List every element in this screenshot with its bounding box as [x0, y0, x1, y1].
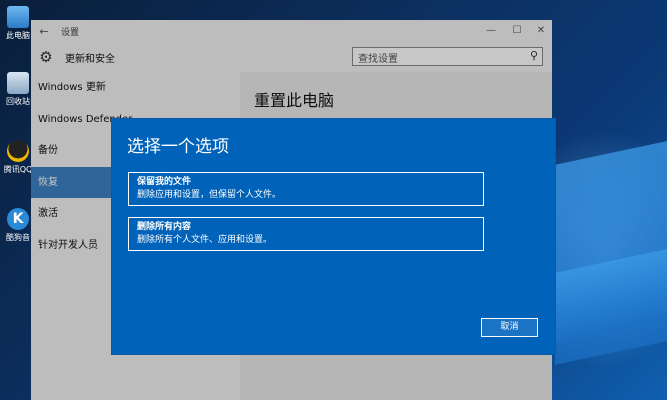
- desktop-icon-label: 回收站: [6, 97, 30, 106]
- kugou-k-icon: K: [7, 208, 29, 230]
- recycle-bin-icon: [7, 72, 29, 94]
- reset-options-dialog: 选择一个选项 保留我的文件 删除应用和设置，但保留个人文件。 删除所有内容 删除…: [112, 119, 555, 354]
- qq-penguin-icon: [7, 140, 29, 162]
- option-keep-files-button[interactable]: 保留我的文件 删除应用和设置，但保留个人文件。: [128, 172, 484, 206]
- desktop-icon-label: 腾讯QQ: [3, 165, 33, 174]
- option-description: 删除所有个人文件、应用和设置。: [137, 235, 273, 245]
- cancel-button[interactable]: 取消: [481, 318, 538, 337]
- option-remove-everything-button[interactable]: 删除所有内容 删除所有个人文件、应用和设置。: [128, 217, 484, 251]
- option-heading: 删除所有内容: [137, 222, 192, 232]
- desktop-icon-label: 此电脑: [6, 31, 30, 40]
- option-heading: 保留我的文件: [137, 177, 192, 187]
- desktop-icon-label: 酷狗音: [6, 233, 30, 242]
- dialog-title: 选择一个选项: [127, 137, 229, 157]
- option-description: 删除应用和设置，但保留个人文件。: [137, 190, 282, 200]
- computer-icon: [7, 6, 29, 28]
